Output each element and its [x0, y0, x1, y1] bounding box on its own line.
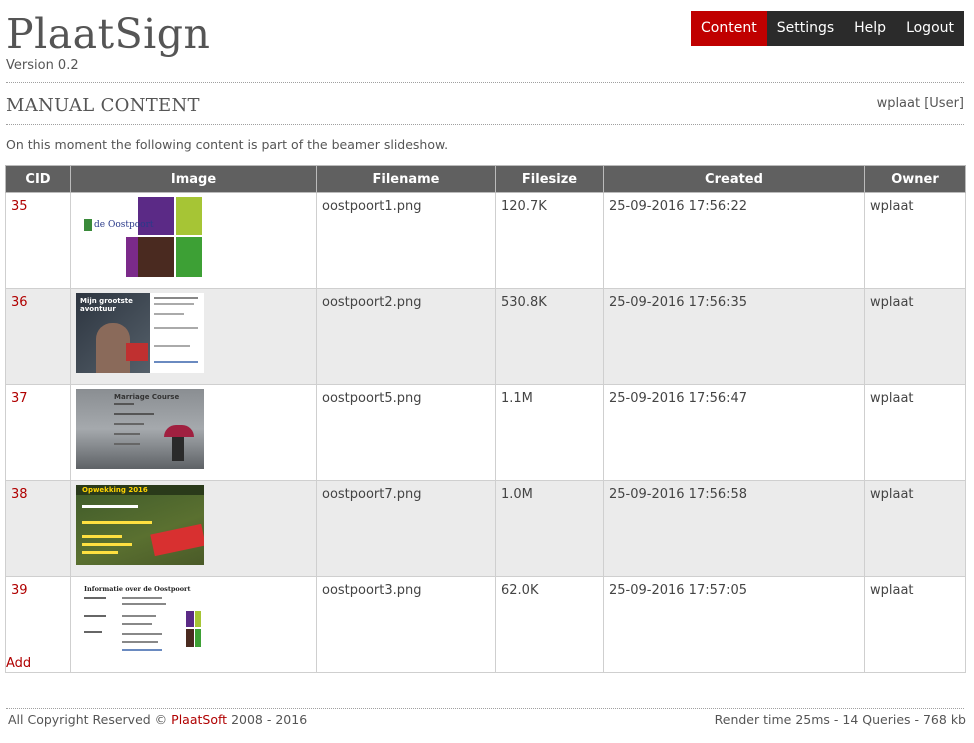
table-row: 39 Informatie over de Oostpoort oostpoor…	[5, 576, 966, 673]
nav-settings[interactable]: Settings	[766, 11, 845, 46]
divider	[6, 82, 964, 83]
cid-link[interactable]: 35	[5, 192, 71, 289]
created-cell: 25-09-2016 17:56:58	[603, 480, 865, 577]
filename-cell: oostpoort3.png	[316, 576, 496, 673]
thumbnail-image[interactable]: Opwekking 2016	[76, 485, 204, 565]
page-title: MANUAL CONTENT	[6, 95, 200, 116]
col-header-image[interactable]: Image	[70, 165, 317, 193]
app-title: PlaatSign	[6, 10, 211, 58]
user-info: wplaat [User]	[876, 96, 964, 111]
thumbnail-image[interactable]: Marriage Course	[76, 389, 204, 469]
owner-cell: wplaat	[864, 576, 966, 673]
divider	[6, 124, 964, 125]
image-cell: Marriage Course	[70, 384, 317, 481]
image-cell: Mijn grootste avontuur	[70, 288, 317, 385]
created-cell: 25-09-2016 17:57:05	[603, 576, 865, 673]
footer-copyright: All Copyright Reserved © PlaatSoft 2008 …	[8, 712, 307, 727]
thumbnail-caption: Opwekking 2016	[82, 486, 148, 494]
filesize-cell: 62.0K	[495, 576, 604, 673]
content-table: CID Image Filename Filesize Created Owne…	[5, 165, 966, 673]
copyright-text: All Copyright Reserved ©	[8, 712, 168, 727]
thumbnail-image[interactable]: Informatie over de Oostpoort	[76, 581, 204, 661]
owner-cell: wplaat	[864, 288, 966, 385]
filesize-cell: 1.0M	[495, 480, 604, 577]
table-row: 35 de Oostpoort oostpoort1.png 120.7K 25…	[5, 192, 966, 289]
col-header-owner[interactable]: Owner	[864, 165, 966, 193]
brand-link[interactable]: PlaatSoft	[171, 712, 227, 727]
table-row: 38 Opwekking 2016 oostpoort7.png 1.0M 25…	[5, 480, 966, 577]
thumbnail-image[interactable]: Mijn grootste avontuur	[76, 293, 204, 373]
app-version: Version 0.2	[6, 58, 79, 73]
thumbnail-caption: Mijn grootste avontuur	[80, 297, 133, 313]
thumbnail-caption: de Oostpoort	[94, 220, 154, 230]
header: PlaatSign Version 0.2	[6, 10, 210, 73]
owner-cell: wplaat	[864, 384, 966, 481]
filesize-cell: 120.7K	[495, 192, 604, 289]
col-header-created[interactable]: Created	[603, 165, 865, 193]
table-header-row: CID Image Filename Filesize Created Owne…	[5, 165, 966, 193]
created-cell: 25-09-2016 17:56:35	[603, 288, 865, 385]
filename-cell: oostpoort5.png	[316, 384, 496, 481]
nav-help[interactable]: Help	[844, 11, 897, 46]
filename-cell: oostpoort1.png	[316, 192, 496, 289]
render-stats: Render time 25ms - 14 Queries - 768 kb	[714, 712, 966, 727]
table-row: 36 Mijn grootste avontuur oostpoort2.png…	[5, 288, 966, 385]
cid-link[interactable]: 37	[5, 384, 71, 481]
cid-link[interactable]: 36	[5, 288, 71, 385]
footer-divider	[6, 708, 964, 709]
col-header-cid[interactable]: CID	[5, 165, 71, 193]
image-cell: Opwekking 2016	[70, 480, 317, 577]
col-header-filename[interactable]: Filename	[316, 165, 496, 193]
intro-text: On this moment the following content is …	[6, 137, 449, 152]
owner-cell: wplaat	[864, 480, 966, 577]
add-link[interactable]: Add	[6, 656, 31, 671]
cid-link[interactable]: 38	[5, 480, 71, 577]
filesize-cell: 1.1M	[495, 384, 604, 481]
thumbnail-caption: Marriage Course	[114, 393, 180, 401]
created-cell: 25-09-2016 17:56:22	[603, 192, 865, 289]
thumbnail-image[interactable]: de Oostpoort	[76, 197, 204, 277]
nav-content[interactable]: Content	[691, 11, 767, 46]
nav-logout[interactable]: Logout	[896, 11, 964, 46]
filename-cell: oostpoort7.png	[316, 480, 496, 577]
col-header-filesize[interactable]: Filesize	[495, 165, 604, 193]
owner-cell: wplaat	[864, 192, 966, 289]
main-nav: Content Settings Help Logout	[691, 11, 964, 46]
image-cell: de Oostpoort	[70, 192, 317, 289]
created-cell: 25-09-2016 17:56:47	[603, 384, 865, 481]
filename-cell: oostpoort2.png	[316, 288, 496, 385]
copyright-years: 2008 - 2016	[231, 712, 308, 727]
table-row: 37 Marriage Course oostpoort5.png 1.1M 2…	[5, 384, 966, 481]
filesize-cell: 530.8K	[495, 288, 604, 385]
thumbnail-caption: Informatie over de Oostpoort	[84, 585, 191, 593]
image-cell: Informatie over de Oostpoort	[70, 576, 317, 673]
